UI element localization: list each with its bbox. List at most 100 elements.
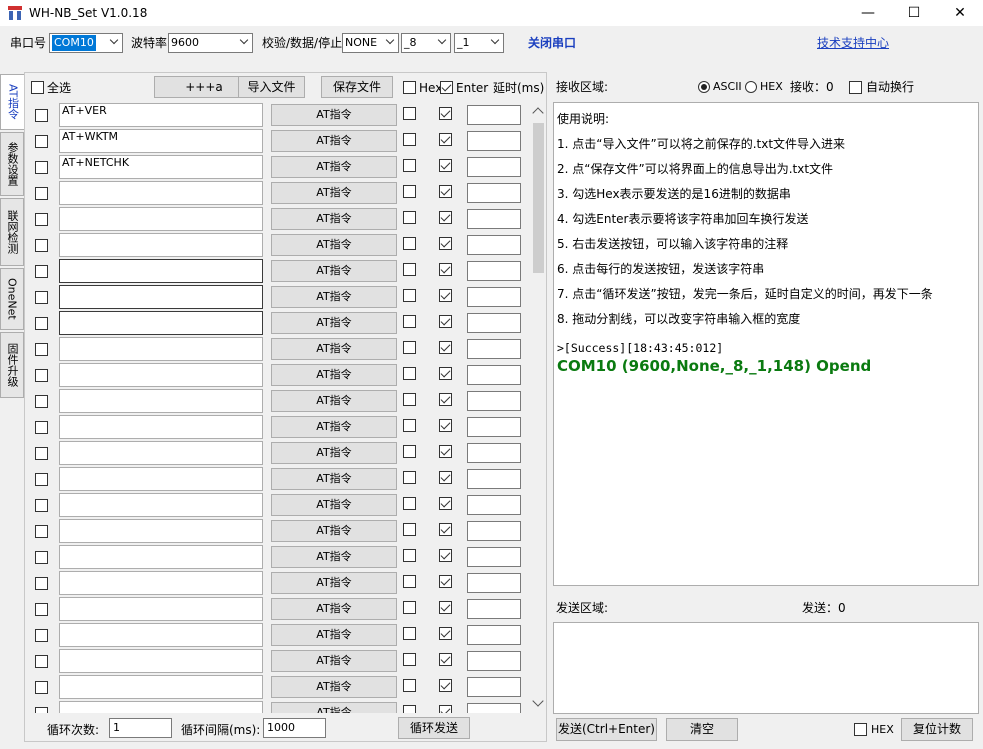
command-input[interactable]: AT+VER (59, 103, 263, 127)
databits-select[interactable]: _8 (401, 33, 451, 53)
tab-at-commands[interactable]: AT指令 (0, 74, 24, 130)
row-hex-checkbox[interactable] (403, 705, 416, 713)
row-hex-checkbox[interactable] (403, 211, 416, 224)
send-textarea[interactable] (553, 622, 979, 714)
row-hex-checkbox[interactable] (403, 601, 416, 614)
delay-input[interactable] (467, 495, 521, 515)
row-hex-checkbox[interactable] (403, 653, 416, 666)
row-hex-checkbox[interactable] (403, 575, 416, 588)
command-input[interactable]: AT+NETCHK (59, 155, 263, 179)
row-enter-checkbox[interactable] (439, 549, 452, 562)
receive-textarea[interactable]: 使用说明: 1. 点击“导入文件”可以将之前保存的.txt文件导入进来 2. 点“保… (553, 102, 979, 586)
scroll-thumb[interactable] (533, 123, 544, 273)
delay-input[interactable] (467, 521, 521, 541)
delay-input[interactable] (467, 157, 521, 177)
command-input[interactable] (59, 363, 263, 387)
row-hex-checkbox[interactable] (403, 523, 416, 536)
command-input[interactable] (59, 337, 263, 361)
at-send-button[interactable]: AT指令 (271, 572, 397, 594)
row-enter-checkbox[interactable] (439, 159, 452, 172)
delay-input[interactable] (467, 339, 521, 359)
command-list-scrollbar[interactable] (530, 101, 546, 713)
row-enter-checkbox[interactable] (439, 601, 452, 614)
delay-input[interactable] (467, 677, 521, 697)
row-hex-checkbox[interactable] (403, 237, 416, 250)
row-enter-checkbox[interactable] (439, 315, 452, 328)
at-send-button[interactable]: AT指令 (271, 208, 397, 230)
row-select-checkbox[interactable] (35, 265, 48, 278)
delay-input[interactable] (467, 703, 521, 713)
row-select-checkbox[interactable] (35, 239, 48, 252)
row-hex-checkbox[interactable] (403, 471, 416, 484)
reset-count-button[interactable]: 复位计数 (901, 718, 973, 741)
delay-input[interactable] (467, 443, 521, 463)
row-enter-checkbox[interactable] (439, 523, 452, 536)
row-hex-checkbox[interactable] (403, 549, 416, 562)
at-send-button[interactable]: AT指令 (271, 598, 397, 620)
delay-input[interactable] (467, 131, 521, 151)
at-send-button[interactable]: AT指令 (271, 130, 397, 152)
at-send-button[interactable]: AT指令 (271, 494, 397, 516)
minimize-button[interactable]: — (845, 0, 891, 26)
tab-onenet[interactable]: OneNet (0, 268, 24, 330)
command-input[interactable] (59, 285, 263, 309)
delay-input[interactable] (467, 105, 521, 125)
row-enter-checkbox[interactable] (439, 289, 452, 302)
parity-select[interactable]: NONE (342, 33, 399, 53)
row-hex-checkbox[interactable] (403, 185, 416, 198)
row-hex-checkbox[interactable] (403, 289, 416, 302)
row-enter-checkbox[interactable] (439, 367, 452, 380)
row-hex-checkbox[interactable] (403, 627, 416, 640)
command-input[interactable] (59, 441, 263, 465)
command-input[interactable] (59, 233, 263, 257)
scroll-up-icon[interactable] (532, 107, 544, 119)
command-input[interactable] (59, 675, 263, 699)
row-select-checkbox[interactable] (35, 577, 48, 590)
at-send-button[interactable]: AT指令 (271, 390, 397, 412)
row-select-checkbox[interactable] (35, 525, 48, 538)
row-hex-checkbox[interactable] (403, 679, 416, 692)
row-hex-checkbox[interactable] (403, 315, 416, 328)
row-enter-checkbox[interactable] (439, 653, 452, 666)
support-link[interactable]: 技术支持中心 (817, 30, 889, 56)
delay-input[interactable] (467, 209, 521, 229)
row-enter-checkbox[interactable] (439, 445, 452, 458)
row-select-checkbox[interactable] (35, 109, 48, 122)
command-input[interactable] (59, 649, 263, 673)
stopbits-select[interactable]: _1 (454, 33, 504, 53)
delay-input[interactable] (467, 573, 521, 593)
row-enter-checkbox[interactable] (439, 263, 452, 276)
delay-input[interactable] (467, 287, 521, 307)
row-hex-checkbox[interactable] (403, 445, 416, 458)
at-send-button[interactable]: AT指令 (271, 650, 397, 672)
row-hex-checkbox[interactable] (403, 367, 416, 380)
clear-button[interactable]: 清空 (666, 718, 738, 741)
maximize-button[interactable]: ☐ (891, 0, 937, 26)
at-send-button[interactable]: AT指令 (271, 442, 397, 464)
row-enter-checkbox[interactable] (439, 211, 452, 224)
save-file-button[interactable]: 保存文件 (321, 76, 393, 98)
delay-input[interactable] (467, 599, 521, 619)
command-input[interactable] (59, 493, 263, 517)
delay-input[interactable] (467, 391, 521, 411)
delay-input[interactable] (467, 651, 521, 671)
enter-all-checkbox[interactable] (440, 81, 453, 94)
at-send-button[interactable]: AT指令 (271, 104, 397, 126)
row-select-checkbox[interactable] (35, 135, 48, 148)
delay-input[interactable] (467, 417, 521, 437)
row-select-checkbox[interactable] (35, 161, 48, 174)
row-enter-checkbox[interactable] (439, 107, 452, 120)
at-send-button[interactable]: AT指令 (271, 338, 397, 360)
delay-input[interactable] (467, 261, 521, 281)
select-all-checkbox[interactable] (31, 81, 44, 94)
close-port-button[interactable]: 关闭串口 (528, 30, 576, 56)
close-button[interactable]: ✕ (937, 0, 983, 26)
send-hex-checkbox[interactable] (854, 723, 867, 736)
at-send-button[interactable]: AT指令 (271, 286, 397, 308)
row-select-checkbox[interactable] (35, 187, 48, 200)
delay-input[interactable] (467, 365, 521, 385)
row-hex-checkbox[interactable] (403, 419, 416, 432)
port-select[interactable]: COM10 (49, 33, 123, 53)
at-send-button[interactable]: AT指令 (271, 260, 397, 282)
at-send-button[interactable]: AT指令 (271, 156, 397, 178)
